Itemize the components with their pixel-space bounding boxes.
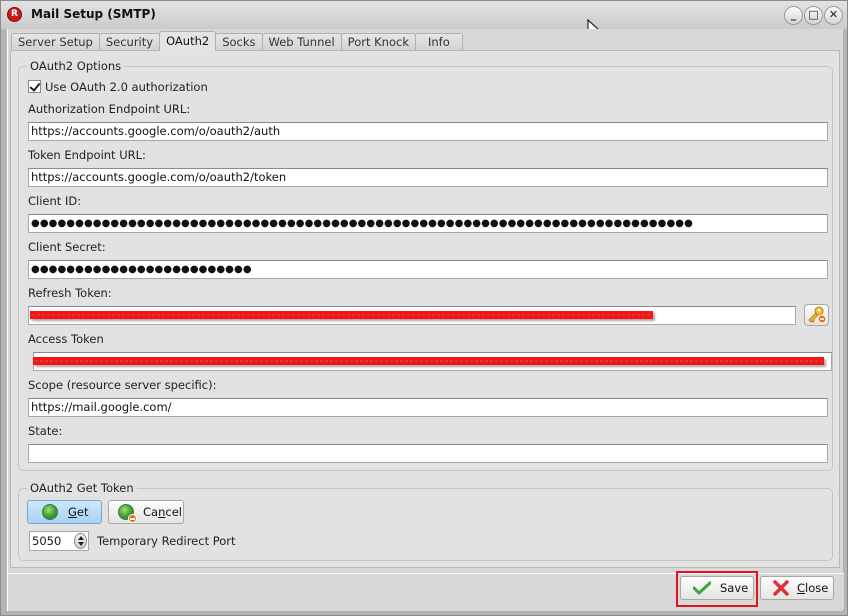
globe-icon (42, 504, 58, 520)
oauth2-options-title: OAuth2 Options (27, 59, 125, 73)
tab-server-setup[interactable]: Server Setup (11, 33, 100, 51)
scope-input[interactable]: https://mail.google.com/ (28, 398, 828, 417)
refresh-token-label: Refresh Token: (28, 286, 112, 300)
tab-socks[interactable]: Socks (215, 33, 263, 51)
get-token-button[interactable]: Get (27, 500, 102, 524)
oauth2-options-group: OAuth2 Options Use OAuth 2.0 authorizati… (18, 59, 833, 471)
auth-endpoint-label: Authorization Endpoint URL: (28, 102, 191, 116)
get-button-label: Get (68, 505, 89, 519)
window-title: Mail Setup (SMTP) (31, 7, 156, 21)
dialog-client-area: Server Setup Security OAuth2 Socks Web T… (7, 29, 844, 611)
state-input[interactable] (28, 444, 828, 463)
maximize-button[interactable]: □ (804, 6, 823, 25)
tab-port-knock[interactable]: Port Knock (340, 33, 416, 51)
client-id-label: Client ID: (28, 194, 82, 208)
title-bar[interactable]: R Mail Setup (SMTP) _ □ ✕ (1, 1, 847, 29)
checkmark-icon (693, 581, 711, 595)
revoke-token-button[interactable] (804, 304, 829, 326)
close-button[interactable]: Close (760, 576, 834, 600)
refresh-token-redaction (30, 311, 653, 319)
state-label: State: (28, 424, 63, 438)
globe-cancel-icon (118, 504, 137, 523)
redirect-port-value[interactable]: 5050 (32, 534, 61, 548)
close-window-button[interactable]: ✕ (824, 6, 843, 25)
cancel-token-button[interactable]: Cancel (108, 500, 184, 524)
token-endpoint-input[interactable]: https://accounts.google.com/o/oauth2/tok… (28, 168, 828, 187)
tab-oauth2[interactable]: OAuth2 (159, 31, 217, 51)
key-remove-icon (808, 306, 827, 324)
token-endpoint-label: Token Endpoint URL: (28, 148, 146, 162)
save-label: Save (720, 581, 749, 595)
tab-web-tunnel[interactable]: Web Tunnel (261, 33, 342, 51)
redirect-port-spinner[interactable]: 5050 (29, 531, 89, 551)
tab-bar: Server Setup Security OAuth2 Socks Web T… (11, 31, 463, 51)
oauth2-get-token-group: OAuth2 Get Token Get Cancel 5050 Tempora… (18, 481, 833, 561)
close-label: Close (797, 581, 829, 595)
oauth2-tab-panel: OAuth2 Options Use OAuth 2.0 authorizati… (10, 50, 840, 568)
close-x-icon (773, 580, 789, 596)
mail-setup-window: R Mail Setup (SMTP) _ □ ✕ Server Setup S… (0, 0, 848, 616)
get-token-title: OAuth2 Get Token (27, 481, 137, 495)
client-secret-label: Client Secret: (28, 240, 106, 254)
access-token-label: Access Token (28, 332, 104, 346)
access-token-redaction (33, 357, 824, 365)
auth-endpoint-input[interactable]: https://accounts.google.com/o/oauth2/aut… (28, 122, 828, 141)
minimize-button[interactable]: _ (784, 6, 803, 25)
tab-security[interactable]: Security (98, 33, 161, 51)
tab-info[interactable]: Info (414, 33, 463, 51)
scope-label: Scope (resource server specific): (28, 378, 217, 392)
spinner-arrows-icon[interactable] (74, 533, 87, 549)
app-logo-icon: R (7, 7, 22, 22)
use-oauth-checkbox[interactable] (28, 80, 41, 93)
redirect-port-label: Temporary Redirect Port (97, 534, 236, 548)
use-oauth-label[interactable]: Use OAuth 2.0 authorization (45, 80, 208, 94)
cancel-button-label: Cancel (143, 505, 182, 519)
save-button[interactable]: Save (680, 576, 754, 600)
client-id-input[interactable]: ●●●●●●●●●●●●●●●●●●●●●●●●●●●●●●●●●●●●●●●●… (28, 214, 828, 233)
client-secret-input[interactable]: ●●●●●●●●●●●●●●●●●●●●●●●●● (28, 260, 828, 279)
